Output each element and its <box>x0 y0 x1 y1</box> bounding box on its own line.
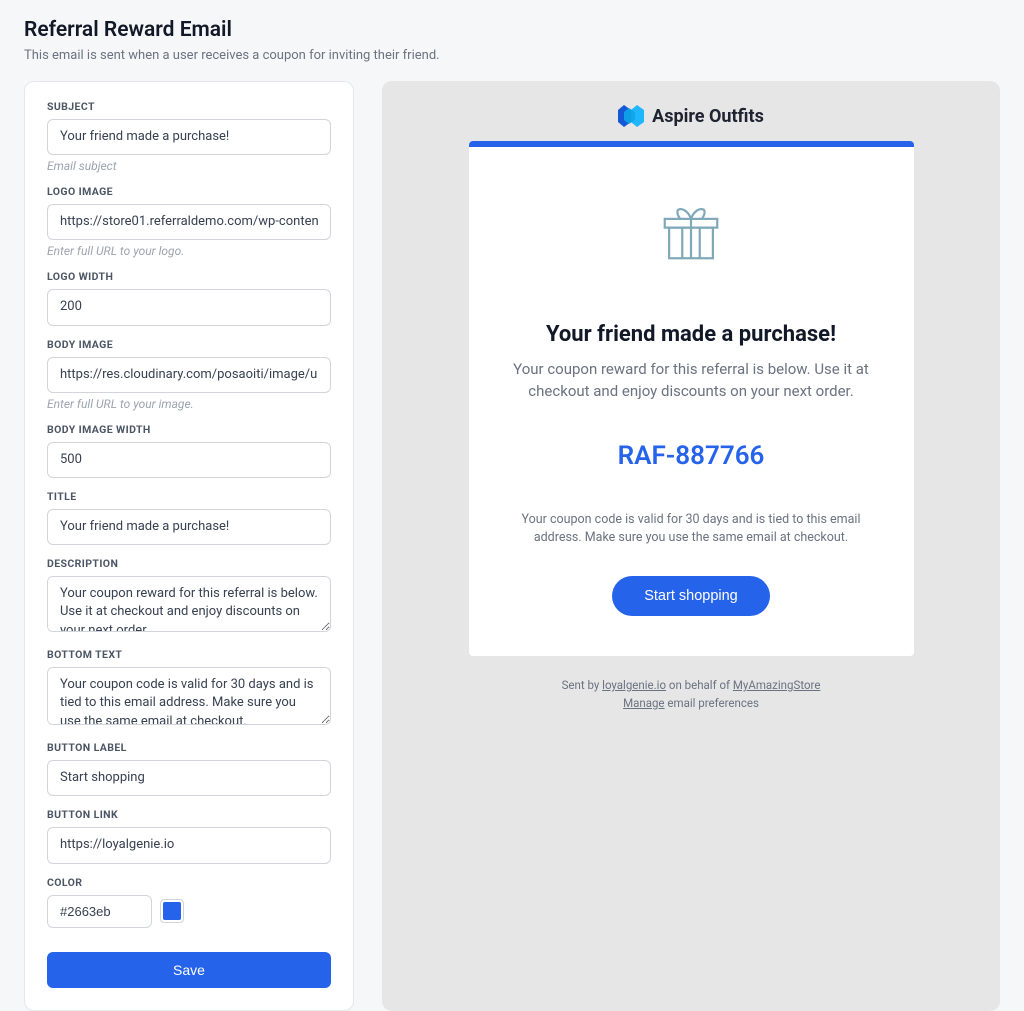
subject-label: SUBJECT <box>47 100 331 113</box>
footer-manage-suffix: email preferences <box>665 696 759 710</box>
page-container: Referral Reward Email This email is sent… <box>0 0 1024 1011</box>
logo-width-input[interactable] <box>47 289 331 325</box>
color-swatch[interactable] <box>160 899 184 923</box>
email-bottom-text: Your coupon code is valid for 30 days an… <box>505 511 878 549</box>
title-label: TITLE <box>47 490 331 503</box>
content-row: SUBJECT Email subject LOGO IMAGE Enter f… <box>24 81 1000 1011</box>
footer-sent-by-mid: on behalf of <box>666 678 733 692</box>
logo-image-help: Enter full URL to your logo. <box>47 244 331 258</box>
body-image-help: Enter full URL to your image. <box>47 397 331 411</box>
brand-header: Aspire Outfits <box>618 105 764 127</box>
body-image-label: BODY IMAGE <box>47 338 331 351</box>
body-image-width-input[interactable] <box>47 442 331 478</box>
button-link-label: BUTTON LINK <box>47 808 331 821</box>
logo-image-label: LOGO IMAGE <box>47 185 331 198</box>
coupon-code: RAF-887766 <box>505 441 878 471</box>
footer-sent-by-prefix: Sent by <box>562 678 603 692</box>
button-link-input[interactable] <box>47 827 331 863</box>
brand-name: Aspire Outfits <box>652 106 764 127</box>
brand-logo-icon <box>618 105 644 127</box>
logo-image-input[interactable] <box>47 204 331 240</box>
subject-help: Email subject <box>47 159 331 173</box>
email-preview-card: Your friend made a purchase! Your coupon… <box>469 141 914 656</box>
save-button[interactable]: Save <box>47 952 331 988</box>
color-input[interactable] <box>47 895 152 928</box>
body-image-input[interactable] <box>47 357 331 393</box>
page-title: Referral Reward Email <box>24 18 1000 42</box>
title-input[interactable] <box>47 509 331 545</box>
start-shopping-button[interactable]: Start shopping <box>612 576 770 616</box>
description-label: DESCRIPTION <box>47 557 331 570</box>
email-description: Your coupon reward for this referral is … <box>505 359 878 403</box>
footer-manage-link[interactable]: Manage <box>623 696 664 710</box>
email-body: Your friend made a purchase! Your coupon… <box>469 147 914 656</box>
page-description: This email is sent when a user receives … <box>24 48 1000 63</box>
email-preview-panel: Aspire Outfits Your friend made a purcha… <box>382 81 1000 1011</box>
footer-store-link[interactable]: MyAmazingStore <box>733 678 821 692</box>
footer-sent-by-link[interactable]: loyalgenie.io <box>602 678 666 692</box>
bottom-text-label: BOTTOM TEXT <box>47 648 331 661</box>
color-label: COLOR <box>47 876 331 889</box>
logo-width-label: LOGO WIDTH <box>47 270 331 283</box>
button-label-input[interactable] <box>47 760 331 796</box>
bottom-text-textarea[interactable]: Your coupon code is valid for 30 days an… <box>47 667 331 725</box>
subject-input[interactable] <box>47 119 331 155</box>
description-textarea[interactable]: Your coupon reward for this referral is … <box>47 576 331 632</box>
email-footer: Sent by loyalgenie.io on behalf of MyAma… <box>562 678 821 714</box>
body-image-width-label: BODY IMAGE WIDTH <box>47 423 331 436</box>
email-title: Your friend made a purchase! <box>505 322 878 347</box>
color-swatch-fill <box>163 902 181 920</box>
gift-icon <box>656 197 726 267</box>
button-label-label: BUTTON LABEL <box>47 741 331 754</box>
email-settings-form: SUBJECT Email subject LOGO IMAGE Enter f… <box>24 81 354 1011</box>
